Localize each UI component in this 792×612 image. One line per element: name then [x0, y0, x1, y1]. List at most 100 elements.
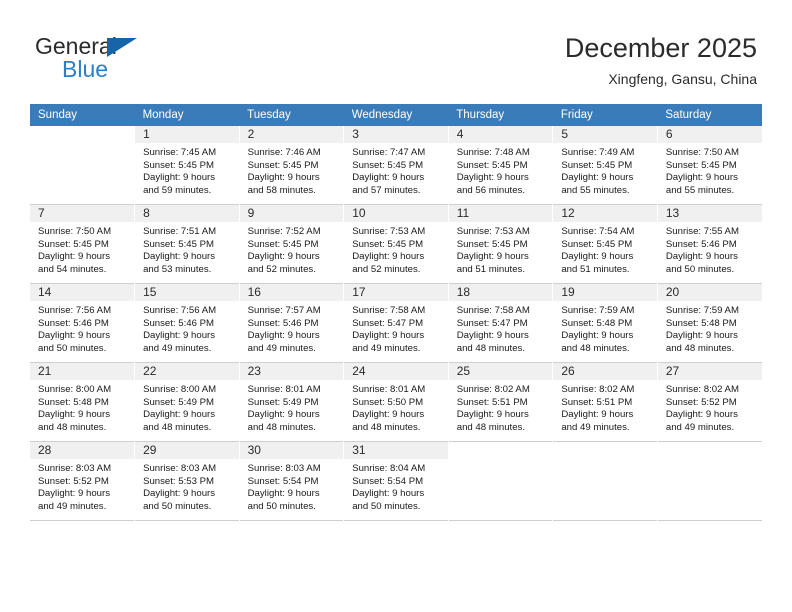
- daylight-text: and 50 minutes.: [38, 342, 107, 354]
- calendar-day-cell[interactable]: 10 Sunrise: 7:53 AM Sunset: 5:45 PM Dayligh…: [343, 204, 449, 284]
- day-number: 4: [448, 126, 553, 143]
- calendar-cell-inner: 28 Sunrise: 8:03 AM Sunset: 5:52 PM Dayligh…: [30, 442, 135, 520]
- day-number: 6: [657, 126, 762, 143]
- daylight-text: Daylight: 9 hours: [143, 251, 216, 263]
- day-number: 7: [30, 205, 135, 222]
- daylight-text: Daylight: 9 hours: [143, 330, 216, 342]
- calendar-day-cell[interactable]: 8 Sunrise: 7:51 AM Sunset: 5:45 PM Daylight…: [134, 204, 240, 284]
- calendar-day-cell[interactable]: 2 Sunrise: 7:46 AM Sunset: 5:45 PM Daylight…: [239, 126, 345, 205]
- calendar-day-cell[interactable]: 4 Sunrise: 7:48 AM Sunset: 5:45 PM Daylight…: [448, 126, 554, 205]
- calendar-cell-inner: 30 Sunrise: 8:03 AM Sunset: 5:54 PM Dayligh…: [239, 442, 344, 520]
- calendar-day-cell[interactable]: 16 Sunrise: 7:57 AM Sunset: 5:46 PM Dayligh…: [239, 283, 345, 363]
- weekday-header-friday: Friday: [552, 104, 658, 126]
- calendar-day-cell[interactable]: 11 Sunrise: 7:53 AM Sunset: 5:45 PM Dayligh…: [448, 204, 554, 284]
- day-number: 11: [448, 205, 553, 222]
- calendar-cell-inner: [448, 442, 553, 520]
- daylight-text: Daylight: 9 hours: [38, 251, 110, 263]
- calendar-cell-inner: 3 Sunrise: 7:47 AM Sunset: 5:45 PM Daylight…: [344, 126, 448, 204]
- daylight-text: and 50 minutes.: [247, 500, 316, 512]
- daylight-text: Daylight: 9 hours: [352, 330, 425, 342]
- calendar-cell-inner: 2 Sunrise: 7:46 AM Sunset: 5:45 PM Daylight…: [239, 126, 344, 204]
- calendar-day-cell[interactable]: 6 Sunrise: 7:50 AM Sunset: 5:45 PM Daylight…: [657, 126, 762, 205]
- calendar-day-cell[interactable]: 15 Sunrise: 7:56 AM Sunset: 5:46 PM Dayligh…: [134, 283, 240, 363]
- calendar-cell-inner: 15 Sunrise: 7:56 AM Sunset: 5:46 PM Dayligh…: [135, 284, 239, 362]
- calendar-day-cell[interactable]: 14 Sunrise: 7:56 AM Sunset: 5:46 PM Dayligh…: [30, 283, 136, 363]
- daylight-text: and 48 minutes.: [352, 421, 421, 433]
- calendar-cell-inner: 27 Sunrise: 8:02 AM Sunset: 5:52 PM Dayligh…: [657, 363, 762, 441]
- calendar-cell-inner: 22 Sunrise: 8:00 AM Sunset: 5:49 PM Dayligh…: [135, 363, 239, 441]
- calendar-cell-inner: 19 Sunrise: 7:59 AM Sunset: 5:48 PM Dayligh…: [553, 284, 657, 362]
- day-number: 9: [239, 205, 344, 222]
- sunset-text: Sunset: 5:46 PM: [38, 317, 109, 329]
- calendar-day-cell[interactable]: 26 Sunrise: 8:02 AM Sunset: 5:51 PM Dayligh…: [552, 362, 658, 442]
- calendar-body: 1 Sunrise: 7:45 AM Sunset: 5:45 PM Daylight…: [30, 126, 762, 521]
- calendar-day-cell[interactable]: 20 Sunrise: 7:59 AM Sunset: 5:48 PM Dayligh…: [657, 283, 762, 363]
- daylight-text: Daylight: 9 hours: [456, 409, 529, 421]
- sunset-text: Sunset: 5:45 PM: [561, 159, 633, 171]
- day-sun-info: Sunrise: 7:50 AM Sunset: 5:45 PM Daylight:…: [30, 222, 134, 276]
- calendar-day-cell[interactable]: 1 Sunrise: 7:45 AM Sunset: 5:45 PM Daylight…: [134, 126, 240, 205]
- day-sun-info: Sunrise: 8:03 AM Sunset: 5:52 PM Daylight:…: [30, 459, 134, 513]
- calendar-page: General Blue December 2025 Xingfeng, Gan…: [0, 0, 792, 612]
- calendar-cell-inner: 17 Sunrise: 7:58 AM Sunset: 5:47 PM Dayligh…: [344, 284, 448, 362]
- calendar-day-cell[interactable]: 24 Sunrise: 8:01 AM Sunset: 5:50 PM Dayligh…: [343, 362, 449, 442]
- calendar-day-cell[interactable]: 7 Sunrise: 7:50 AM Sunset: 5:45 PM Daylight…: [30, 204, 136, 284]
- calendar-day-cell[interactable]: 23 Sunrise: 8:01 AM Sunset: 5:49 PM Dayligh…: [239, 362, 345, 442]
- calendar-day-cell[interactable]: 28 Sunrise: 8:03 AM Sunset: 5:52 PM Dayligh…: [30, 441, 136, 521]
- day-number: 21: [30, 363, 135, 380]
- calendar-day-cell[interactable]: 19 Sunrise: 7:59 AM Sunset: 5:48 PM Dayligh…: [552, 283, 658, 363]
- sunrise-text: Sunrise: 7:59 AM: [561, 305, 635, 316]
- logo-text-blue: Blue: [62, 56, 109, 82]
- day-sun-info: [30, 143, 134, 147]
- day-number: 24: [344, 363, 448, 380]
- calendar-day-cell[interactable]: 5 Sunrise: 7:49 AM Sunset: 5:45 PM Daylight…: [552, 126, 658, 205]
- calendar-cell-inner: 12 Sunrise: 7:54 AM Sunset: 5:45 PM Dayligh…: [553, 205, 657, 283]
- daylight-text: and 49 minutes.: [561, 421, 630, 433]
- calendar-day-cell[interactable]: 12 Sunrise: 7:54 AM Sunset: 5:45 PM Dayligh…: [552, 204, 658, 284]
- sunset-text: Sunset: 5:53 PM: [143, 475, 214, 487]
- sunrise-text: Sunrise: 7:59 AM: [665, 305, 739, 316]
- day-number: 3: [344, 126, 448, 143]
- sunrise-text: Sunrise: 8:03 AM: [247, 463, 321, 474]
- sunrise-text: Sunrise: 7:53 AM: [352, 226, 426, 237]
- daylight-text: Daylight: 9 hours: [456, 330, 529, 342]
- sunset-text: Sunset: 5:45 PM: [352, 238, 424, 250]
- sunset-text: Sunset: 5:54 PM: [352, 475, 424, 487]
- calendar-day-cell[interactable]: 27 Sunrise: 8:02 AM Sunset: 5:52 PM Dayligh…: [657, 362, 762, 442]
- daylight-text: Daylight: 9 hours: [665, 330, 738, 342]
- daylight-text: and 51 minutes.: [456, 263, 526, 275]
- calendar-cell-inner: 26 Sunrise: 8:02 AM Sunset: 5:51 PM Dayligh…: [553, 363, 657, 441]
- calendar-day-cell[interactable]: 30 Sunrise: 8:03 AM Sunset: 5:54 PM Dayligh…: [239, 441, 345, 521]
- sunrise-text: Sunrise: 8:02 AM: [456, 384, 530, 395]
- page-title: December 2025: [564, 33, 757, 63]
- calendar-day-cell[interactable]: 22 Sunrise: 8:00 AM Sunset: 5:49 PM Dayligh…: [134, 362, 240, 442]
- daylight-text: Daylight: 9 hours: [665, 251, 738, 263]
- calendar-day-cell[interactable]: 17 Sunrise: 7:58 AM Sunset: 5:47 PM Dayligh…: [343, 283, 449, 363]
- sunset-text: Sunset: 5:45 PM: [456, 159, 528, 171]
- sunrise-text: Sunrise: 7:47 AM: [352, 147, 426, 158]
- calendar-day-cell[interactable]: 31 Sunrise: 8:04 AM Sunset: 5:54 PM Dayligh…: [343, 441, 449, 521]
- calendar-day-cell[interactable]: 13 Sunrise: 7:55 AM Sunset: 5:46 PM Dayligh…: [657, 204, 762, 284]
- calendar-day-cell[interactable]: 9 Sunrise: 7:52 AM Sunset: 5:45 PM Daylight…: [239, 204, 345, 284]
- sunset-text: Sunset: 5:46 PM: [247, 317, 319, 329]
- location-subtitle: Xingfeng, Gansu, China: [608, 71, 757, 87]
- day-number: 17: [344, 284, 448, 301]
- calendar-cell-inner: 21 Sunrise: 8:00 AM Sunset: 5:48 PM Dayligh…: [30, 363, 135, 441]
- day-number: 15: [135, 284, 239, 301]
- calendar-cell-inner: 20 Sunrise: 7:59 AM Sunset: 5:48 PM Dayligh…: [657, 284, 762, 362]
- calendar-day-cell[interactable]: 3 Sunrise: 7:47 AM Sunset: 5:45 PM Daylight…: [343, 126, 449, 205]
- general-blue-logo[interactable]: General Blue: [35, 33, 215, 85]
- daylight-text: and 57 minutes.: [352, 184, 421, 196]
- day-sun-info: Sunrise: 8:02 AM Sunset: 5:51 PM Daylight:…: [553, 380, 657, 434]
- sunrise-text: Sunrise: 8:02 AM: [561, 384, 635, 395]
- sunrise-text: Sunrise: 7:49 AM: [561, 147, 635, 158]
- daylight-text: Daylight: 9 hours: [665, 409, 738, 421]
- day-number: 19: [553, 284, 657, 301]
- calendar-day-cell[interactable]: 29 Sunrise: 8:03 AM Sunset: 5:53 PM Dayligh…: [134, 441, 240, 521]
- calendar-day-cell[interactable]: 21 Sunrise: 8:00 AM Sunset: 5:48 PM Dayligh…: [30, 362, 136, 442]
- sunrise-text: Sunrise: 7:52 AM: [247, 226, 321, 237]
- daylight-text: and 49 minutes.: [665, 421, 735, 433]
- sunset-text: Sunset: 5:47 PM: [352, 317, 424, 329]
- calendar-day-cell[interactable]: 25 Sunrise: 8:02 AM Sunset: 5:51 PM Dayligh…: [448, 362, 554, 442]
- calendar-day-cell[interactable]: 18 Sunrise: 7:58 AM Sunset: 5:47 PM Dayligh…: [448, 283, 554, 363]
